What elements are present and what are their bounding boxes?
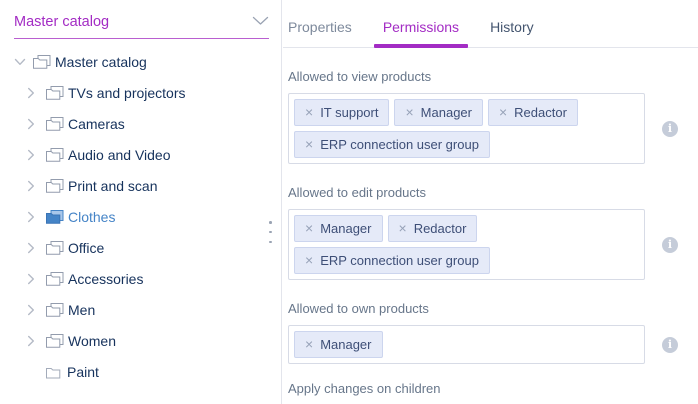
tab-permissions[interactable]: Permissions	[374, 19, 468, 47]
tab-bar: Properties Permissions History	[283, 0, 698, 48]
folder-icon	[46, 117, 64, 131]
tree-item-master-catalog[interactable]: Master catalog	[0, 46, 281, 77]
tree-item-print-and-scan[interactable]: Print and scan	[0, 170, 281, 201]
tree-item-men[interactable]: Men	[0, 294, 281, 325]
folder-icon	[46, 210, 64, 224]
allowed-to-view-products-row: × IT support × Manager × Redactor × ERP connect…	[288, 93, 698, 164]
allowed-to-own-products-row: × Manager i	[288, 325, 698, 364]
folder-icon	[46, 241, 64, 255]
info-icon[interactable]: i	[662, 121, 678, 137]
allowed-to-edit-products-label: Allowed to edit products	[288, 185, 698, 200]
tree-item-accessories[interactable]: Accessories	[0, 263, 281, 294]
tree-item-label: Office	[67, 240, 104, 256]
tag-label: Manager	[320, 221, 371, 236]
tree-item-label: Paint	[66, 364, 99, 380]
remove-tag-icon[interactable]: ×	[305, 337, 313, 352]
tag-label: ERP connection user group	[320, 253, 479, 268]
tree-item-label: Men	[67, 302, 95, 318]
tree-item-tvs-and-projectors[interactable]: TVs and projectors	[0, 77, 281, 108]
allowed-to-view-products-label: Allowed to view products	[288, 69, 698, 84]
tag-manager: × Manager	[294, 215, 383, 242]
chevron-right-icon[interactable]	[27, 211, 40, 223]
folder-icon	[46, 334, 64, 348]
chevron-right-icon[interactable]	[27, 180, 40, 192]
info-icon[interactable]: i	[662, 337, 678, 353]
category-settings-page: Master catalog Master catalog TVs and pro…	[0, 0, 698, 404]
allowed-to-own-products-input[interactable]: × Manager	[288, 325, 645, 364]
allowed-to-edit-products-row: × Manager × Redactor × ERP connection user gr…	[288, 209, 698, 280]
permission-sections: Allowed to view products × IT support × Mana…	[288, 69, 698, 364]
remove-tag-icon[interactable]: ×	[499, 105, 507, 120]
panel-resize-handle[interactable]	[269, 221, 273, 243]
chevron-right-icon[interactable]	[27, 335, 40, 347]
folder-icon	[46, 303, 64, 317]
tag-label: Redactor	[514, 105, 567, 120]
tag-erp-connection-user-group: × ERP connection user group	[294, 131, 490, 158]
remove-tag-icon[interactable]: ×	[405, 105, 413, 120]
folder-icon	[33, 55, 51, 69]
category-tree: Master catalog TVs and projectors Cameras A…	[0, 46, 281, 387]
tag-it-support: × IT support	[294, 99, 389, 126]
tree-item-label: Clothes	[67, 209, 115, 225]
allowed-to-view-products-input[interactable]: × IT support × Manager × Redactor × ERP connect…	[288, 93, 645, 164]
tag-redactor: × Redactor	[388, 215, 478, 242]
remove-tag-icon[interactable]: ×	[305, 253, 313, 268]
tree-item-label: Audio and Video	[67, 147, 171, 163]
chevron-right-icon[interactable]	[27, 273, 40, 285]
chevron-right-icon[interactable]	[27, 149, 40, 161]
chevron-right-icon[interactable]	[27, 242, 40, 254]
apply-changes-label: Apply changes on children	[288, 381, 698, 396]
tree-item-label: Master catalog	[54, 54, 147, 70]
folder-icon	[46, 86, 64, 100]
tab-properties[interactable]: Properties	[288, 19, 361, 47]
remove-tag-icon[interactable]: ×	[305, 105, 313, 120]
remove-tag-icon[interactable]: ×	[305, 221, 313, 236]
chevron-right-icon[interactable]	[27, 87, 40, 99]
tag-erp-connection-user-group: × ERP connection user group	[294, 247, 490, 274]
tree-item-label: Women	[67, 333, 116, 349]
folder-icon	[46, 148, 64, 162]
tree-item-label: Print and scan	[67, 178, 158, 194]
permissions-content: Allowed to view products × IT support × Mana…	[283, 69, 698, 404]
category-tree-panel: Master catalog Master catalog TVs and pro…	[0, 0, 282, 404]
info-icon[interactable]: i	[662, 237, 678, 253]
tree-item-label: TVs and projectors	[67, 85, 186, 101]
chevron-down-icon	[252, 13, 269, 31]
allowed-to-own-products-label: Allowed to own products	[288, 301, 698, 316]
tag-label: Redactor	[414, 221, 467, 236]
tree-item-women[interactable]: Women	[0, 325, 281, 356]
category-detail-panel: Properties Permissions History Allowed to …	[283, 0, 698, 404]
chevron-right-icon[interactable]	[27, 118, 40, 130]
folder-icon	[46, 365, 63, 379]
remove-tag-icon[interactable]: ×	[305, 137, 313, 152]
tag-label: Manager	[320, 337, 371, 352]
tree-selector-value: Master catalog	[14, 14, 109, 30]
tag-label: IT support	[320, 105, 378, 120]
tag-redactor: × Redactor	[488, 99, 578, 126]
tree-item-office[interactable]: Office	[0, 232, 281, 263]
tree-item-label: Accessories	[67, 271, 143, 287]
remove-tag-icon[interactable]: ×	[399, 221, 407, 236]
tag-label: ERP connection user group	[320, 137, 479, 152]
tree-item-label: Cameras	[67, 116, 125, 132]
chevron-right-icon[interactable]	[27, 304, 40, 316]
tree-item-clothes[interactable]: Clothes	[0, 201, 281, 232]
tree-item-audio-and-video[interactable]: Audio and Video	[0, 139, 281, 170]
chevron-down-icon[interactable]	[14, 58, 27, 66]
folder-icon	[46, 179, 64, 193]
tag-label: Manager	[421, 105, 472, 120]
tag-manager: × Manager	[394, 99, 483, 126]
folder-icon	[46, 272, 64, 286]
tag-manager: × Manager	[294, 331, 383, 358]
tree-selector[interactable]: Master catalog	[14, 13, 269, 39]
allowed-to-edit-products-input[interactable]: × Manager × Redactor × ERP connection user gr…	[288, 209, 645, 280]
tree-item-cameras[interactable]: Cameras	[0, 108, 281, 139]
tree-item-paint[interactable]: Paint	[0, 356, 281, 387]
tab-history[interactable]: History	[481, 19, 543, 47]
